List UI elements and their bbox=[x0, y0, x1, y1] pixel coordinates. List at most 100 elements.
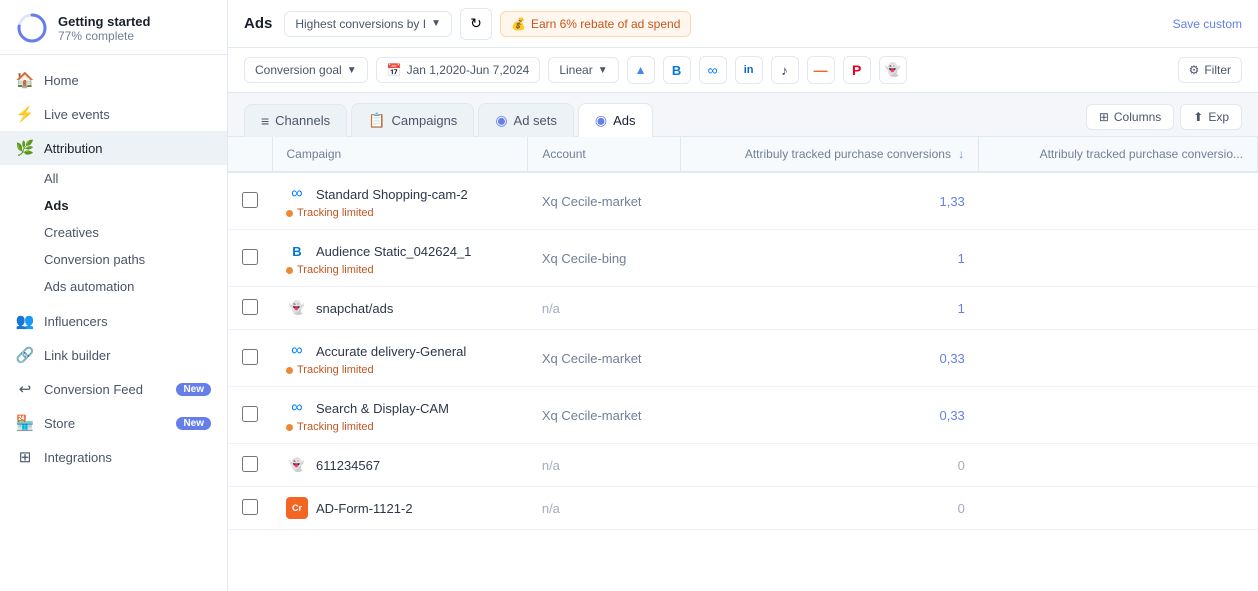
influencers-icon: 👥 bbox=[16, 312, 34, 330]
conversion-goal-button[interactable]: Conversion goal ▼ bbox=[244, 57, 368, 83]
tracking-limited-badge: Tracking limited bbox=[286, 421, 514, 433]
refresh-icon: ↻ bbox=[470, 15, 482, 32]
row-checkbox[interactable] bbox=[242, 406, 258, 422]
conversions2-cell bbox=[979, 287, 1258, 330]
sidebar-subitem-all[interactable]: All bbox=[0, 165, 227, 192]
main-content: Ads Highest conversions by I ▼ ↻ 💰 Earn … bbox=[228, 0, 1258, 591]
bing-platform-icon: B bbox=[286, 240, 308, 262]
filter-button[interactable]: ⚙ Filter bbox=[1178, 57, 1242, 83]
tab-ads[interactable]: ◉ Ads bbox=[578, 103, 653, 137]
conversions1-column-header[interactable]: Attribuly tracked purchase conversions ↓ bbox=[681, 137, 979, 172]
table-header-row: Campaign Account Attribuly tracked purch… bbox=[228, 137, 1258, 172]
export-button[interactable]: ⬆ Exp bbox=[1180, 104, 1242, 130]
attribution-model-label: Linear bbox=[559, 63, 592, 77]
sidebar-item-link-builder[interactable]: 🔗 Link builder bbox=[0, 338, 227, 372]
account-cell: Xq Cecile-bing bbox=[528, 230, 681, 287]
sidebar-subitem-conversion-paths-label: Conversion paths bbox=[44, 252, 145, 267]
channel-criteo[interactable]: — bbox=[807, 56, 835, 84]
tiktok-icon: ♪ bbox=[781, 63, 788, 78]
channel-google[interactable]: ▲ bbox=[627, 56, 655, 84]
money-bag-icon: 💰 bbox=[511, 17, 526, 31]
tracking-dot-icon bbox=[286, 210, 293, 217]
row-checkbox[interactable] bbox=[242, 299, 258, 315]
earn-rebate-button[interactable]: 💰 Earn 6% rebate of ad spend bbox=[500, 11, 691, 37]
channel-linkedin[interactable]: in bbox=[735, 56, 763, 84]
refresh-button[interactable]: ↻ bbox=[460, 8, 492, 40]
table-row: BAudience Static_042624_1Tracking limite… bbox=[228, 230, 1258, 287]
sidebar-subitem-ads-automation[interactable]: Ads automation bbox=[0, 273, 227, 300]
campaign-name: AD-Form-1121-2 bbox=[316, 501, 413, 516]
sidebar-subitem-conversion-paths[interactable]: Conversion paths bbox=[0, 246, 227, 273]
date-range-button[interactable]: 📅 Jan 1,2020-Jun 7,2024 bbox=[376, 57, 541, 83]
tab-campaigns[interactable]: 📋 Campaigns bbox=[351, 103, 474, 137]
attribution-model-button[interactable]: Linear ▼ bbox=[548, 57, 618, 83]
account-cell: n/a bbox=[528, 287, 681, 330]
dropdown-arrow-icon: ▼ bbox=[431, 18, 441, 29]
sidebar-subitem-creatives[interactable]: Creatives bbox=[0, 219, 227, 246]
getting-started-subtitle: 77% complete bbox=[58, 29, 150, 43]
sidebar-subitem-creatives-label: Creatives bbox=[44, 225, 99, 240]
conversions1-cell: 0,33 bbox=[681, 330, 979, 387]
snapchat-icon: 👻 bbox=[885, 62, 901, 78]
sidebar-item-store[interactable]: 🏪 Store New bbox=[0, 406, 227, 440]
sidebar-subitem-ads[interactable]: Ads bbox=[0, 192, 227, 219]
save-custom-button[interactable]: Save custom bbox=[1173, 17, 1242, 31]
channel-meta[interactable]: ∞ bbox=[699, 56, 727, 84]
highest-conversions-label: Highest conversions by I bbox=[295, 17, 426, 31]
channel-tiktok[interactable]: ♪ bbox=[771, 56, 799, 84]
account-cell: n/a bbox=[528, 487, 681, 530]
tab-channels-label: Channels bbox=[275, 113, 330, 128]
ad-sets-tab-icon: ◉ bbox=[495, 112, 507, 129]
meta-platform-icon: ∞ bbox=[286, 340, 308, 362]
account-column-header[interactable]: Account bbox=[528, 137, 681, 172]
row-checkbox[interactable] bbox=[242, 192, 258, 208]
row-checkbox[interactable] bbox=[242, 349, 258, 365]
sidebar-item-home[interactable]: 🏠 Home bbox=[0, 63, 227, 97]
channel-bing[interactable]: B bbox=[663, 56, 691, 84]
ads-table: Campaign Account Attribuly tracked purch… bbox=[228, 137, 1258, 530]
tracking-limited-badge: Tracking limited bbox=[286, 207, 514, 219]
row-checkbox[interactable] bbox=[242, 499, 258, 515]
sidebar: Getting started 77% complete 🏠 Home ⚡ Li… bbox=[0, 0, 228, 591]
snapchat-platform-icon: 👻 bbox=[286, 297, 308, 319]
campaign-name: Audience Static_042624_1 bbox=[316, 244, 471, 259]
conversions1-label: Attribuly tracked purchase conversions bbox=[745, 147, 951, 161]
sidebar-item-attribution-label: Attribution bbox=[44, 141, 103, 156]
campaign-name: 611234567 bbox=[316, 458, 380, 473]
filter-bar: Conversion goal ▼ 📅 Jan 1,2020-Jun 7,202… bbox=[228, 48, 1258, 93]
tracking-dot-icon bbox=[286, 424, 293, 431]
row-checkbox[interactable] bbox=[242, 249, 258, 265]
home-icon: 🏠 bbox=[16, 71, 34, 89]
columns-button[interactable]: ⊞ Columns bbox=[1086, 104, 1174, 130]
conversions1-cell: 1,33 bbox=[681, 172, 979, 230]
account-cell: n/a bbox=[528, 444, 681, 487]
conversions2-cell bbox=[979, 230, 1258, 287]
sidebar-item-integrations[interactable]: ⊞ Integrations bbox=[0, 440, 227, 474]
conversions2-cell bbox=[979, 487, 1258, 530]
tab-channels[interactable]: ≡ Channels bbox=[244, 104, 347, 137]
sidebar-item-influencers[interactable]: 👥 Influencers bbox=[0, 304, 227, 338]
sidebar-item-live-events-label: Live events bbox=[44, 107, 110, 122]
sidebar-subitem-ads-label: Ads bbox=[44, 198, 69, 213]
tab-ad-sets-label: Ad sets bbox=[514, 113, 557, 128]
conversions1-cell: 0,33 bbox=[681, 387, 979, 444]
meta-platform-icon: ∞ bbox=[286, 397, 308, 419]
conversions2-column-header[interactable]: Attribuly tracked purchase conversio... bbox=[979, 137, 1258, 172]
campaign-column-header[interactable]: Campaign bbox=[272, 137, 528, 172]
export-label: Exp bbox=[1208, 110, 1229, 124]
columns-icon: ⊞ bbox=[1099, 110, 1109, 124]
tracking-dot-icon bbox=[286, 367, 293, 374]
campaigns-tab-icon: 📋 bbox=[368, 112, 385, 129]
sidebar-item-conversion-feed[interactable]: ↩ Conversion Feed New bbox=[0, 372, 227, 406]
sidebar-item-attribution[interactable]: 🌿 Attribution bbox=[0, 131, 227, 165]
tab-ad-sets[interactable]: ◉ Ad sets bbox=[478, 103, 574, 137]
sidebar-item-live-events[interactable]: ⚡ Live events bbox=[0, 97, 227, 131]
date-range-label: Jan 1,2020-Jun 7,2024 bbox=[407, 63, 530, 77]
conversions1-cell: 0 bbox=[681, 444, 979, 487]
highest-conversions-button[interactable]: Highest conversions by I ▼ bbox=[284, 11, 452, 37]
channel-snapchat[interactable]: 👻 bbox=[879, 56, 907, 84]
channel-pinterest[interactable]: P bbox=[843, 56, 871, 84]
row-checkbox[interactable] bbox=[242, 456, 258, 472]
sidebar-item-link-builder-label: Link builder bbox=[44, 348, 111, 363]
conversions1-cell: 0 bbox=[681, 487, 979, 530]
